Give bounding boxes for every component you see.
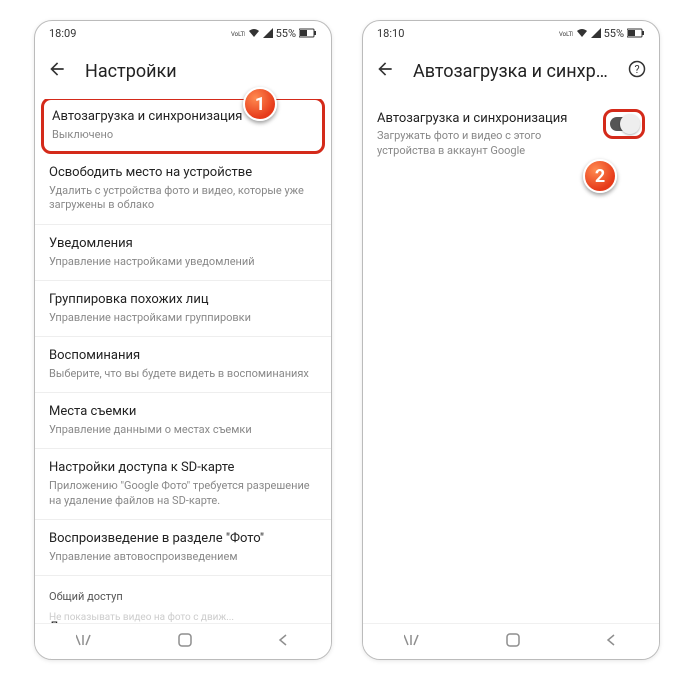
back-button[interactable] (43, 55, 71, 87)
setting-title: Воспроизведение в разделе "Фото" (49, 531, 317, 548)
battery-icon (627, 28, 645, 38)
setting-title: Группировка похожих лиц (49, 292, 317, 309)
setting-subtitle: Управление автовоспроизведением (49, 550, 317, 564)
nav-recents-button[interactable] (384, 626, 442, 657)
android-navbar (35, 623, 331, 659)
status-bar: 18:10 VoLTE 55% (363, 21, 659, 45)
volte-icon: VoLTE (231, 28, 245, 38)
detail-title: Автозагрузка и синхронизация (377, 111, 593, 126)
setting-subtitle: Выключено (52, 128, 314, 142)
wifi-icon (248, 28, 260, 38)
backup-sync-text: Автозагрузка и синхронизация Загружать ф… (377, 111, 593, 159)
setting-subtitle: Управление настройками группировки (49, 311, 317, 325)
setting-item-memories[interactable]: Воспоминания Выберите, что вы будете вид… (35, 337, 331, 393)
help-button[interactable]: ? (623, 55, 651, 87)
nav-recents-button[interactable] (56, 626, 114, 657)
setting-title: Места съемки (49, 404, 317, 421)
setting-title: Воспоминания (49, 348, 317, 365)
setting-title: Настройки доступа к SD-карте (49, 460, 317, 477)
cutoff-text: Не показывать видео на фото с движ... (35, 608, 248, 623)
volte-icon: VoLTE (559, 28, 573, 38)
page-title: Настройки (85, 61, 323, 82)
detail-subtitle: Загружать фото и видео с этого устройств… (377, 129, 593, 159)
setting-item-free-space[interactable]: Освободить место на устройстве Удалить с… (35, 154, 331, 224)
status-right: VoLTE 55% (231, 27, 317, 40)
status-time: 18:09 (49, 27, 76, 40)
setting-subtitle: Удалить с устройства фото и видео, котор… (49, 184, 317, 213)
back-button[interactable] (371, 55, 399, 87)
svg-text:VoLTE: VoLTE (559, 31, 573, 38)
setting-subtitle: Приложению "Google Фото" требуется разре… (49, 479, 317, 508)
phone-screen-backup-detail: 2 18:10 VoLTE 55% Автозагрузка и синхрон… (362, 20, 660, 660)
setting-item-playback[interactable]: Воспроизведение в разделе "Фото" Управле… (35, 520, 331, 576)
status-bar: 18:09 VoLTE 55% (35, 21, 331, 45)
annotation-badge-1: 1 (243, 87, 277, 121)
status-right: VoLTE 55% (559, 27, 645, 40)
setting-item-sd-card[interactable]: Настройки доступа к SD-карте Приложению … (35, 449, 331, 519)
svg-text:?: ? (634, 63, 639, 76)
setting-item-face-grouping[interactable]: Группировка похожих лиц Управление настр… (35, 281, 331, 337)
signal-icon (591, 28, 601, 38)
setting-title: Уведомления (49, 236, 317, 253)
wifi-icon (576, 28, 588, 38)
nav-back-button[interactable] (584, 626, 638, 657)
setting-subtitle: Выберите, что вы будете видеть в воспоми… (49, 367, 317, 381)
battery-icon (299, 28, 317, 38)
nav-back-button[interactable] (256, 626, 310, 657)
setting-item-notifications[interactable]: Уведомления Управление настройками уведо… (35, 225, 331, 281)
nav-home-button[interactable] (157, 626, 213, 658)
setting-subtitle: Управление данными о местах съемки (49, 423, 317, 437)
setting-title: Освободить место на устройстве (49, 165, 317, 182)
battery-text: 55% (276, 27, 296, 40)
page-title: Автозагрузка и синхрони... (413, 61, 609, 82)
header: Настройки (35, 45, 331, 99)
setting-item-backup-sync[interactable]: Автозагрузка и синхронизация Выключено (41, 99, 325, 154)
header: Автозагрузка и синхрони... ? (363, 45, 659, 99)
setting-subtitle: Управление настройками уведомлений (49, 255, 317, 269)
nav-home-button[interactable] (485, 626, 541, 658)
android-navbar (363, 623, 659, 659)
section-header-sharing: Общий доступ (35, 576, 331, 609)
settings-list: Автозагрузка и синхронизация Выключено О… (35, 99, 331, 660)
backup-sync-toggle[interactable] (610, 117, 638, 131)
backup-sync-row: Автозагрузка и синхронизация Загружать ф… (363, 99, 659, 171)
annotation-badge-2: 2 (583, 159, 617, 193)
svg-text:VoLTE: VoLTE (231, 31, 245, 38)
phone-screen-settings: 1 18:09 VoLTE 55% Настройки Автозагрузка… (34, 20, 332, 660)
setting-item-locations[interactable]: Места съемки Управление данными о местах… (35, 393, 331, 449)
status-time: 18:10 (377, 27, 404, 40)
signal-icon (263, 28, 273, 38)
toggle-highlight (603, 109, 645, 139)
battery-text: 55% (604, 27, 624, 40)
